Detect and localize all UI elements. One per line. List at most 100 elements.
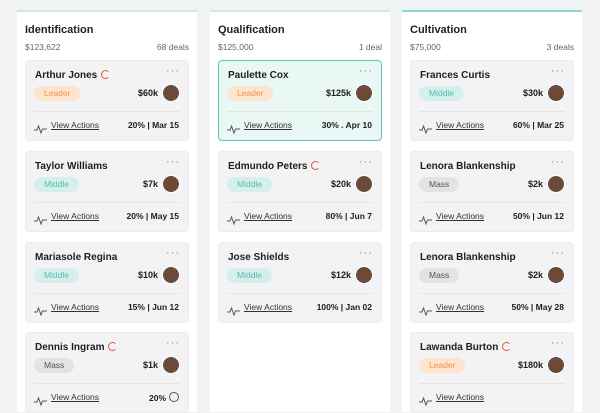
refresh-alert-icon <box>108 342 118 351</box>
activity-icon <box>227 121 240 135</box>
deal-card[interactable]: Edmundo Peters ··· Middle $20k View Actions 8… <box>218 151 382 232</box>
contact-name-text: Frances Curtis <box>420 70 491 81</box>
deal-card[interactable]: Mariasole Regina ··· Middle $10k View Action… <box>25 242 189 323</box>
avatar[interactable] <box>355 84 373 102</box>
progress-text: 50% | May 28 <box>511 302 564 312</box>
deal-card[interactable]: Lenora Blankenship ··· Mass $2k View Actions… <box>410 242 574 323</box>
deal-progress-date: 15% | Jun 12 <box>128 302 179 312</box>
view-actions-link[interactable]: View Actions <box>436 120 484 130</box>
deal-card[interactable]: Lawanda Burton ··· Leader $180k View Actions <box>410 332 574 413</box>
card-divider <box>227 111 373 112</box>
view-actions-link[interactable]: View Actions <box>244 302 292 312</box>
avatar[interactable] <box>547 84 565 102</box>
view-actions-link[interactable]: View Actions <box>244 211 292 221</box>
view-actions-link[interactable]: View Actions <box>436 302 484 312</box>
avatar[interactable] <box>162 175 180 193</box>
avatar[interactable] <box>355 175 373 193</box>
activity-icon <box>419 303 432 317</box>
card-divider <box>34 111 180 112</box>
activity-icon <box>227 212 240 226</box>
deal-card[interactable]: Frances Curtis ··· Middle $30k View Actions 6… <box>410 60 574 141</box>
deal-amount: $60k <box>137 88 158 98</box>
more-options-icon[interactable]: ··· <box>551 65 565 77</box>
deal-amount: $180k <box>517 360 543 370</box>
column-title: Identification <box>25 24 94 36</box>
card-divider <box>419 293 565 294</box>
more-options-icon[interactable]: ··· <box>166 337 180 349</box>
card-divider <box>227 293 373 294</box>
progress-text: 100% | Jan 02 <box>316 302 372 312</box>
segment-tag: Middle <box>419 86 465 101</box>
deal-amount: $10k <box>137 270 158 280</box>
card-divider <box>419 111 565 112</box>
view-actions-link[interactable]: View Actions <box>244 120 292 130</box>
segment-tag: Mass <box>419 177 460 192</box>
contact-name: Lawanda Burton <box>420 342 512 353</box>
contact-name-text: Mariasole Regina <box>35 252 118 263</box>
view-actions-link[interactable]: View Actions <box>51 211 99 221</box>
deal-progress-date: 20% | Mar 15 <box>128 120 179 130</box>
segment-tag: Middle <box>34 177 80 192</box>
deal-amount: $30k <box>522 88 543 98</box>
contact-name-text: Arthur Jones <box>35 70 98 81</box>
avatar[interactable] <box>162 84 180 102</box>
segment-tag: Leader <box>227 86 274 101</box>
view-actions-link[interactable]: View Actions <box>51 302 99 312</box>
contact-name: Frances Curtis <box>420 70 490 81</box>
contact-name: Lenora Blankenship <box>420 252 516 263</box>
avatar[interactable] <box>547 266 565 284</box>
deal-progress-date: 50% | Jun 12 <box>513 211 564 221</box>
more-options-icon[interactable]: ··· <box>166 156 180 168</box>
activity-icon <box>34 303 47 317</box>
contact-name-text: Lenora Blankenship <box>420 161 516 172</box>
avatar[interactable] <box>162 266 180 284</box>
column-deal-count: 1 deal <box>358 42 382 52</box>
more-options-icon[interactable]: ··· <box>166 247 180 259</box>
more-options-icon[interactable]: ··· <box>551 247 565 259</box>
card-divider <box>34 202 180 203</box>
deal-progress-date: 60% | Mar 25 <box>513 120 564 130</box>
more-options-icon[interactable]: ··· <box>359 65 373 77</box>
avatar[interactable] <box>547 175 565 193</box>
activity-icon <box>34 393 47 407</box>
activity-icon <box>34 212 47 226</box>
activity-icon <box>227 303 240 317</box>
activity-icon <box>419 121 432 135</box>
deal-card[interactable]: Lenora Blankenship ··· Mass $2k View Actions… <box>410 151 574 232</box>
card-divider <box>227 202 373 203</box>
column-title: Cultivation <box>410 24 467 36</box>
segment-tag: Middle <box>34 268 80 283</box>
segment-tag: Mass <box>419 268 460 283</box>
card-divider <box>419 383 565 384</box>
deal-card[interactable]: Dennis Ingram ··· Mass $1k View Actions 20% <box>25 332 189 413</box>
deal-amount: $2k <box>527 270 543 280</box>
contact-name: Paulette Cox <box>228 70 289 81</box>
view-actions-link[interactable]: View Actions <box>436 211 484 221</box>
deal-progress-date: 50% | May 28 <box>512 302 564 312</box>
segment-tag: Middle <box>227 268 273 283</box>
segment-tag: Middle <box>227 177 273 192</box>
view-actions-link[interactable]: View Actions <box>51 392 99 402</box>
contact-name: Dennis Ingram <box>35 342 118 353</box>
deal-card[interactable]: Arthur Jones ··· Leader $60k View Actions 20%… <box>25 60 189 141</box>
more-options-icon[interactable]: ··· <box>359 156 373 168</box>
column-total-amount: $125,000 <box>218 42 254 52</box>
more-options-icon[interactable]: ··· <box>551 156 565 168</box>
contact-name-text: Lawanda Burton <box>420 342 499 353</box>
refresh-alert-icon <box>101 70 111 79</box>
deal-card[interactable]: Taylor Williams ··· Middle $7k View Actions 2… <box>25 151 189 232</box>
more-options-icon[interactable]: ··· <box>551 337 565 349</box>
view-actions-link[interactable]: View Actions <box>51 120 99 130</box>
contact-name: Jose Shields <box>228 252 289 263</box>
more-options-icon[interactable]: ··· <box>359 247 373 259</box>
avatar[interactable] <box>547 356 565 374</box>
avatar[interactable] <box>355 266 373 284</box>
view-actions-link[interactable]: View Actions <box>436 392 484 402</box>
pipeline-column: Identification $123,622 68 deals Arthur Jon… <box>17 10 197 413</box>
deal-card[interactable]: Jose Shields ··· Middle $12k View Actions 100… <box>218 242 382 323</box>
deal-card[interactable]: Paulette Cox ··· Leader $125k View Actions 30… <box>218 60 382 141</box>
avatar[interactable] <box>162 356 180 374</box>
column-deal-count: 68 deals <box>156 42 189 52</box>
card-divider <box>34 383 180 384</box>
more-options-icon[interactable]: ··· <box>166 65 180 77</box>
